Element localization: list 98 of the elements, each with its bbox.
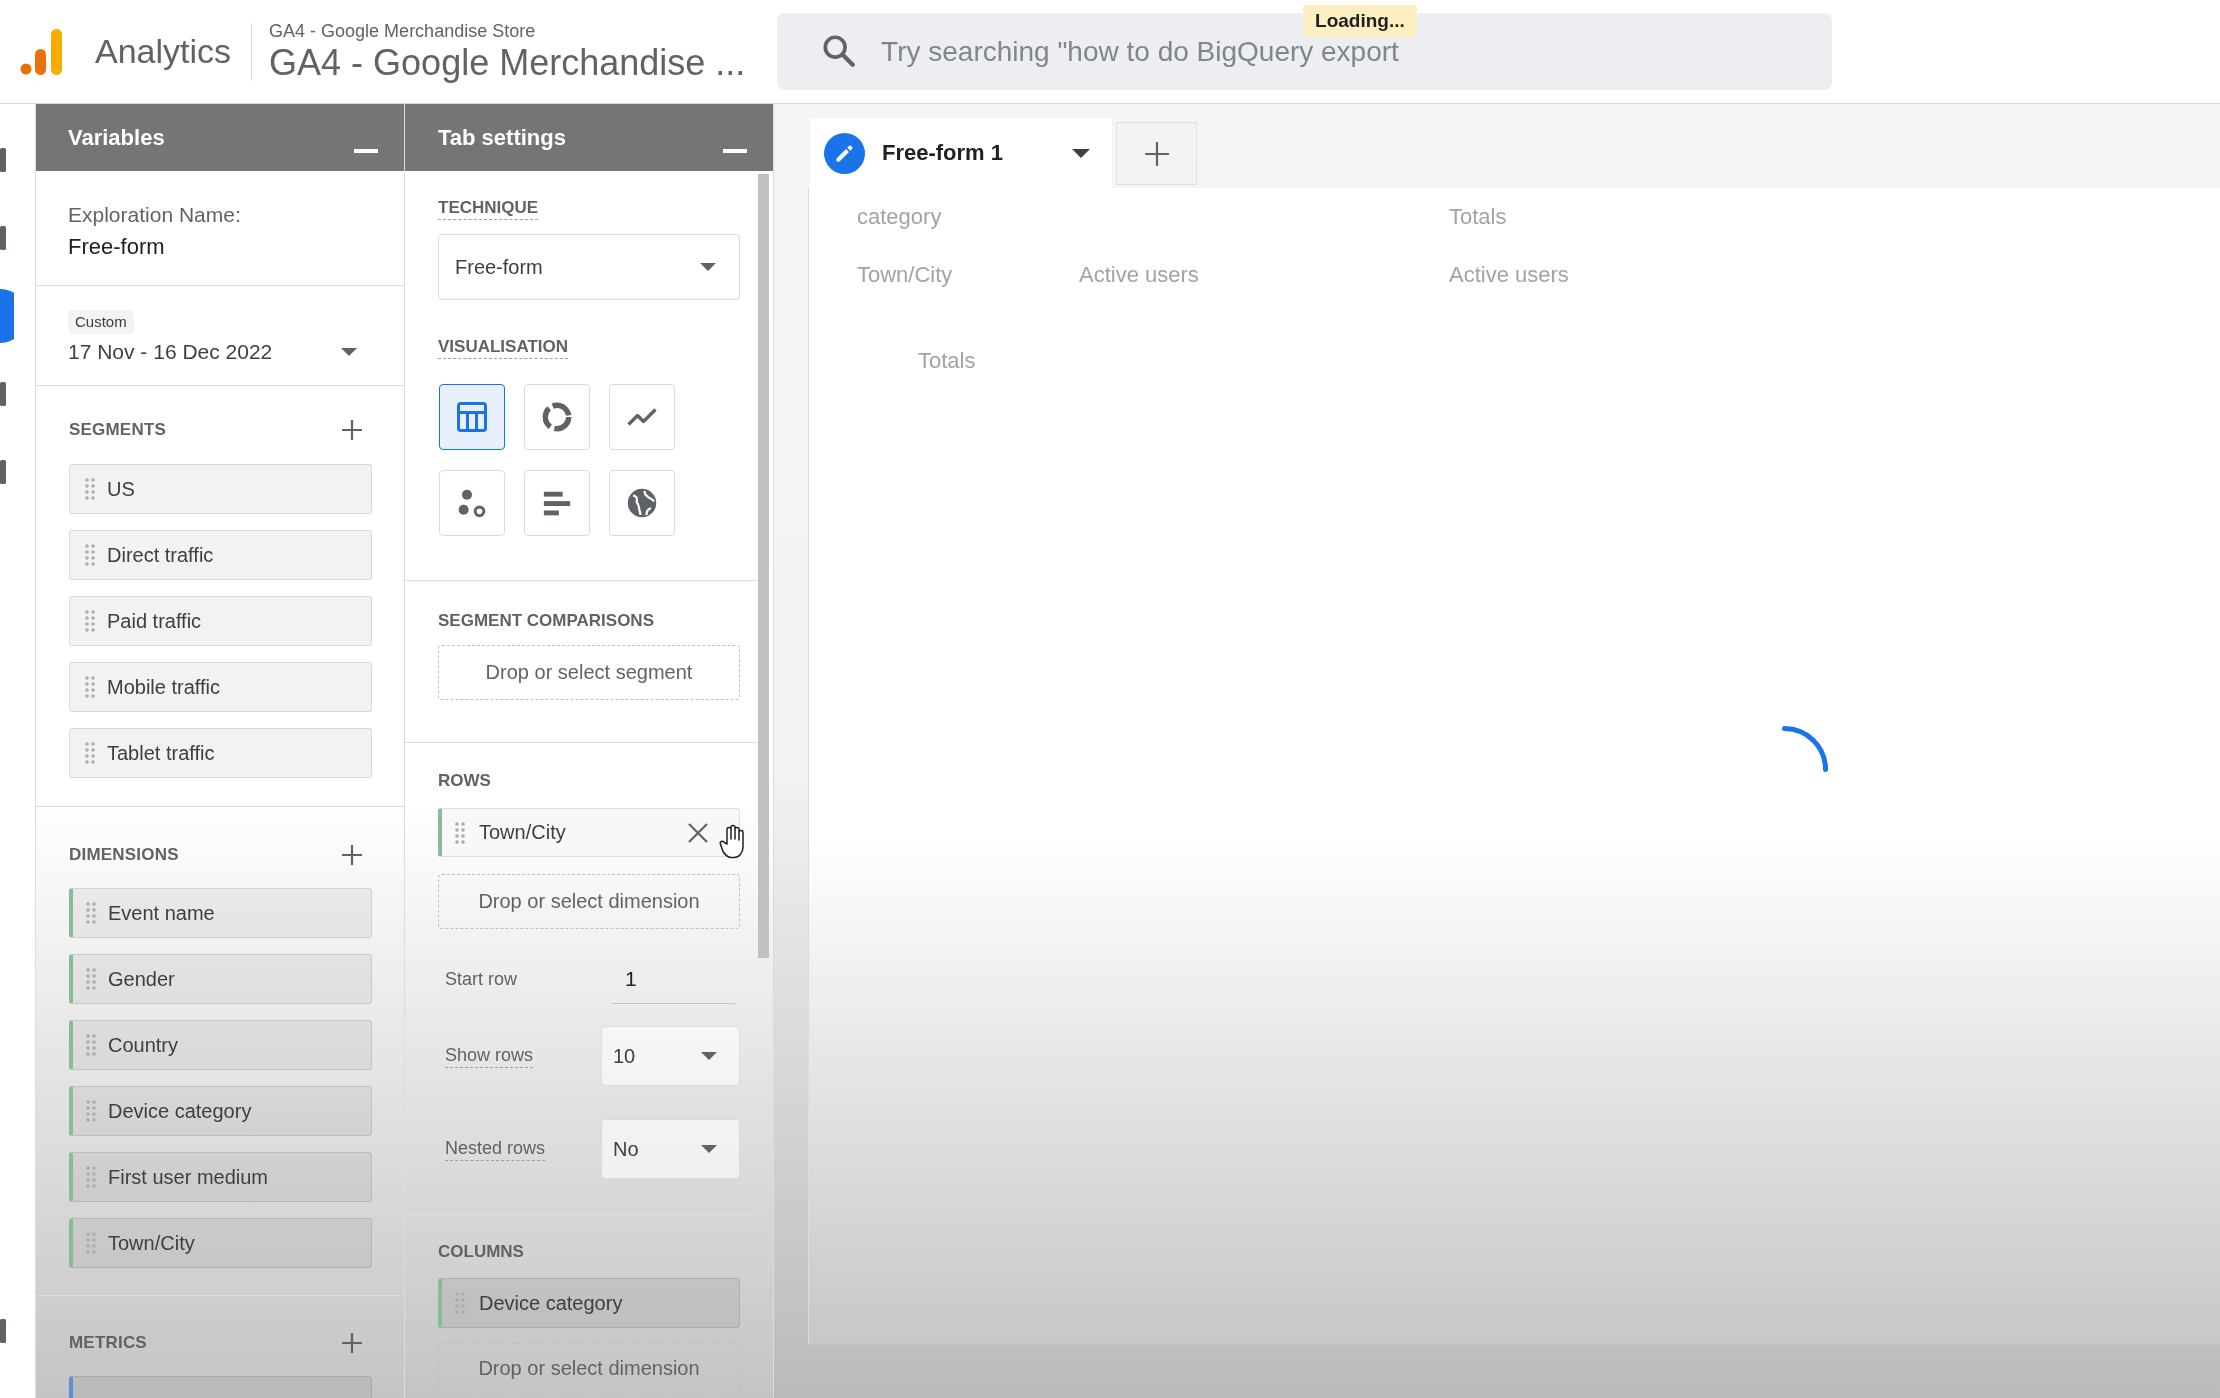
loading-tooltip: Loading... (1303, 5, 1417, 37)
nav-icon[interactable] (0, 460, 6, 484)
chip-label: First user medium (108, 1165, 269, 1189)
drag-handle-icon[interactable] (86, 1232, 96, 1254)
dimension-chip[interactable]: Device category (438, 1278, 740, 1328)
section-heading: DIMENSIONS (69, 845, 179, 865)
row-dimension-header: Town/City (857, 261, 953, 289)
exploration-tab[interactable]: Free-form 1 (810, 118, 1112, 188)
caret-down-icon[interactable] (1072, 148, 1090, 158)
dimension-drop-zone[interactable]: Drop or select dimension (438, 874, 740, 929)
chip-label: Town/City (108, 1231, 195, 1255)
drag-handle-icon[interactable] (86, 1166, 96, 1188)
segment-chip[interactable]: Direct traffic (69, 530, 372, 580)
add-icon[interactable] (340, 1331, 364, 1355)
chip-label: Town/City (479, 821, 566, 844)
chip-label: Mobile traffic (107, 675, 220, 699)
chip-label: Tablet traffic (107, 741, 215, 765)
dimension-chip[interactable]: First user medium (69, 1152, 372, 1202)
exploration-name[interactable]: Free-form (68, 232, 165, 262)
nav-icon[interactable] (0, 289, 14, 343)
property-selector[interactable]: GA4 - Google Merchandise ... (269, 41, 746, 84)
technique-dropdown[interactable]: Free-form (438, 234, 740, 300)
panel-title: Variables (68, 124, 165, 151)
section-heading: VISUALISATION (438, 335, 569, 359)
section-heading: SEGMENTS (69, 420, 166, 440)
dimension-chip[interactable]: Town/City (69, 1218, 372, 1268)
drag-handle-icon[interactable] (455, 821, 465, 844)
close-icon[interactable] (687, 821, 709, 844)
add-icon[interactable] (340, 418, 364, 442)
chip-label: US (107, 477, 135, 501)
add-icon (1143, 140, 1170, 167)
segment-drop-zone[interactable]: Drop or select segment (438, 645, 740, 700)
nav-icon[interactable] (0, 382, 6, 406)
totals-header: Totals (1449, 203, 1507, 231)
start-row-field[interactable]: 1 (612, 954, 735, 1004)
drag-handle-icon[interactable] (85, 742, 95, 764)
visualisation-button[interactable] (439, 384, 505, 450)
scrollbar-thumb[interactable] (758, 174, 769, 958)
product-name: Analytics (95, 32, 232, 71)
drag-handle-icon[interactable] (85, 676, 95, 698)
section-heading: METRICS (69, 1333, 147, 1353)
chip-label: Paid traffic (107, 609, 202, 633)
caret-down-icon (701, 1052, 717, 1060)
drag-handle-icon[interactable] (85, 478, 95, 500)
section-heading: ROWS (438, 770, 491, 792)
table-icon (457, 402, 487, 432)
show-rows-label: Show rows (445, 1044, 534, 1068)
column-dimension-header: category (857, 203, 942, 231)
caret-down-icon (701, 1145, 717, 1153)
section-heading: SEGMENT COMPARISONS (438, 610, 654, 632)
panel-title: Tab settings (438, 124, 566, 151)
segment-chip[interactable]: Mobile traffic (69, 662, 372, 712)
account-breadcrumb[interactable]: GA4 - Google Merchandise Store (269, 19, 536, 42)
add-icon[interactable] (340, 843, 364, 867)
donut-chart-icon (542, 402, 572, 432)
dimension-chip[interactable]: Gender (69, 954, 372, 1004)
date-range-type: Custom (68, 310, 134, 334)
segment-chip[interactable]: US (69, 464, 372, 514)
metric-header: Active users (1079, 261, 1199, 289)
drag-handle-icon[interactable] (86, 902, 96, 924)
edit-icon[interactable] (824, 132, 865, 174)
chip-label: Device category (479, 1291, 623, 1315)
metric-chip[interactable] (69, 1376, 372, 1398)
chip-label: Device category (108, 1099, 252, 1123)
segment-chip[interactable]: Tablet traffic (69, 728, 372, 778)
search-icon[interactable] (823, 35, 856, 67)
nav-icon[interactable] (0, 148, 6, 172)
caret-down-icon[interactable] (341, 348, 357, 356)
chip-label: Direct traffic (107, 543, 214, 567)
nested-rows-dropdown[interactable]: No (601, 1119, 740, 1179)
drag-handle-icon[interactable] (86, 1034, 96, 1056)
dimension-chip[interactable]: Country (69, 1020, 372, 1070)
section-heading: TECHNIQUE (438, 196, 539, 220)
section-heading: COLUMNS (438, 1241, 524, 1263)
dimension-chip[interactable]: Device category (69, 1086, 372, 1136)
scatter-plot-icon (457, 488, 487, 518)
drag-handle-icon[interactable] (86, 1100, 96, 1122)
metric-header: Active users (1449, 261, 1569, 289)
start-row-label: Start row (445, 968, 518, 991)
caret-down-icon (700, 263, 716, 271)
drag-handle-icon[interactable] (85, 610, 95, 632)
dimension-chip[interactable]: Event name (69, 888, 372, 938)
dimension-drop-zone[interactable]: Drop or select dimension (438, 1343, 740, 1393)
show-rows-dropdown[interactable]: 10 (601, 1026, 740, 1086)
exploration-name-label: Exploration Name: (68, 202, 241, 228)
nav-icon[interactable] (0, 226, 6, 250)
drag-handle-icon[interactable] (455, 1292, 465, 1314)
date-range-value[interactable]: 17 Nov - 16 Dec 2022 (68, 338, 273, 366)
globe-icon (627, 488, 657, 518)
drag-handle-icon[interactable] (86, 968, 96, 990)
chip-label: Country (108, 1033, 179, 1057)
nested-rows-label: Nested rows (445, 1137, 546, 1161)
segment-chip[interactable]: Paid traffic (69, 596, 372, 646)
chip-label: Event name (108, 901, 215, 925)
drag-handle-icon[interactable] (85, 544, 95, 566)
chip-label: Gender (108, 967, 175, 991)
totals-row-label: Totals (918, 348, 976, 373)
nav-icon[interactable] (0, 1319, 6, 1343)
